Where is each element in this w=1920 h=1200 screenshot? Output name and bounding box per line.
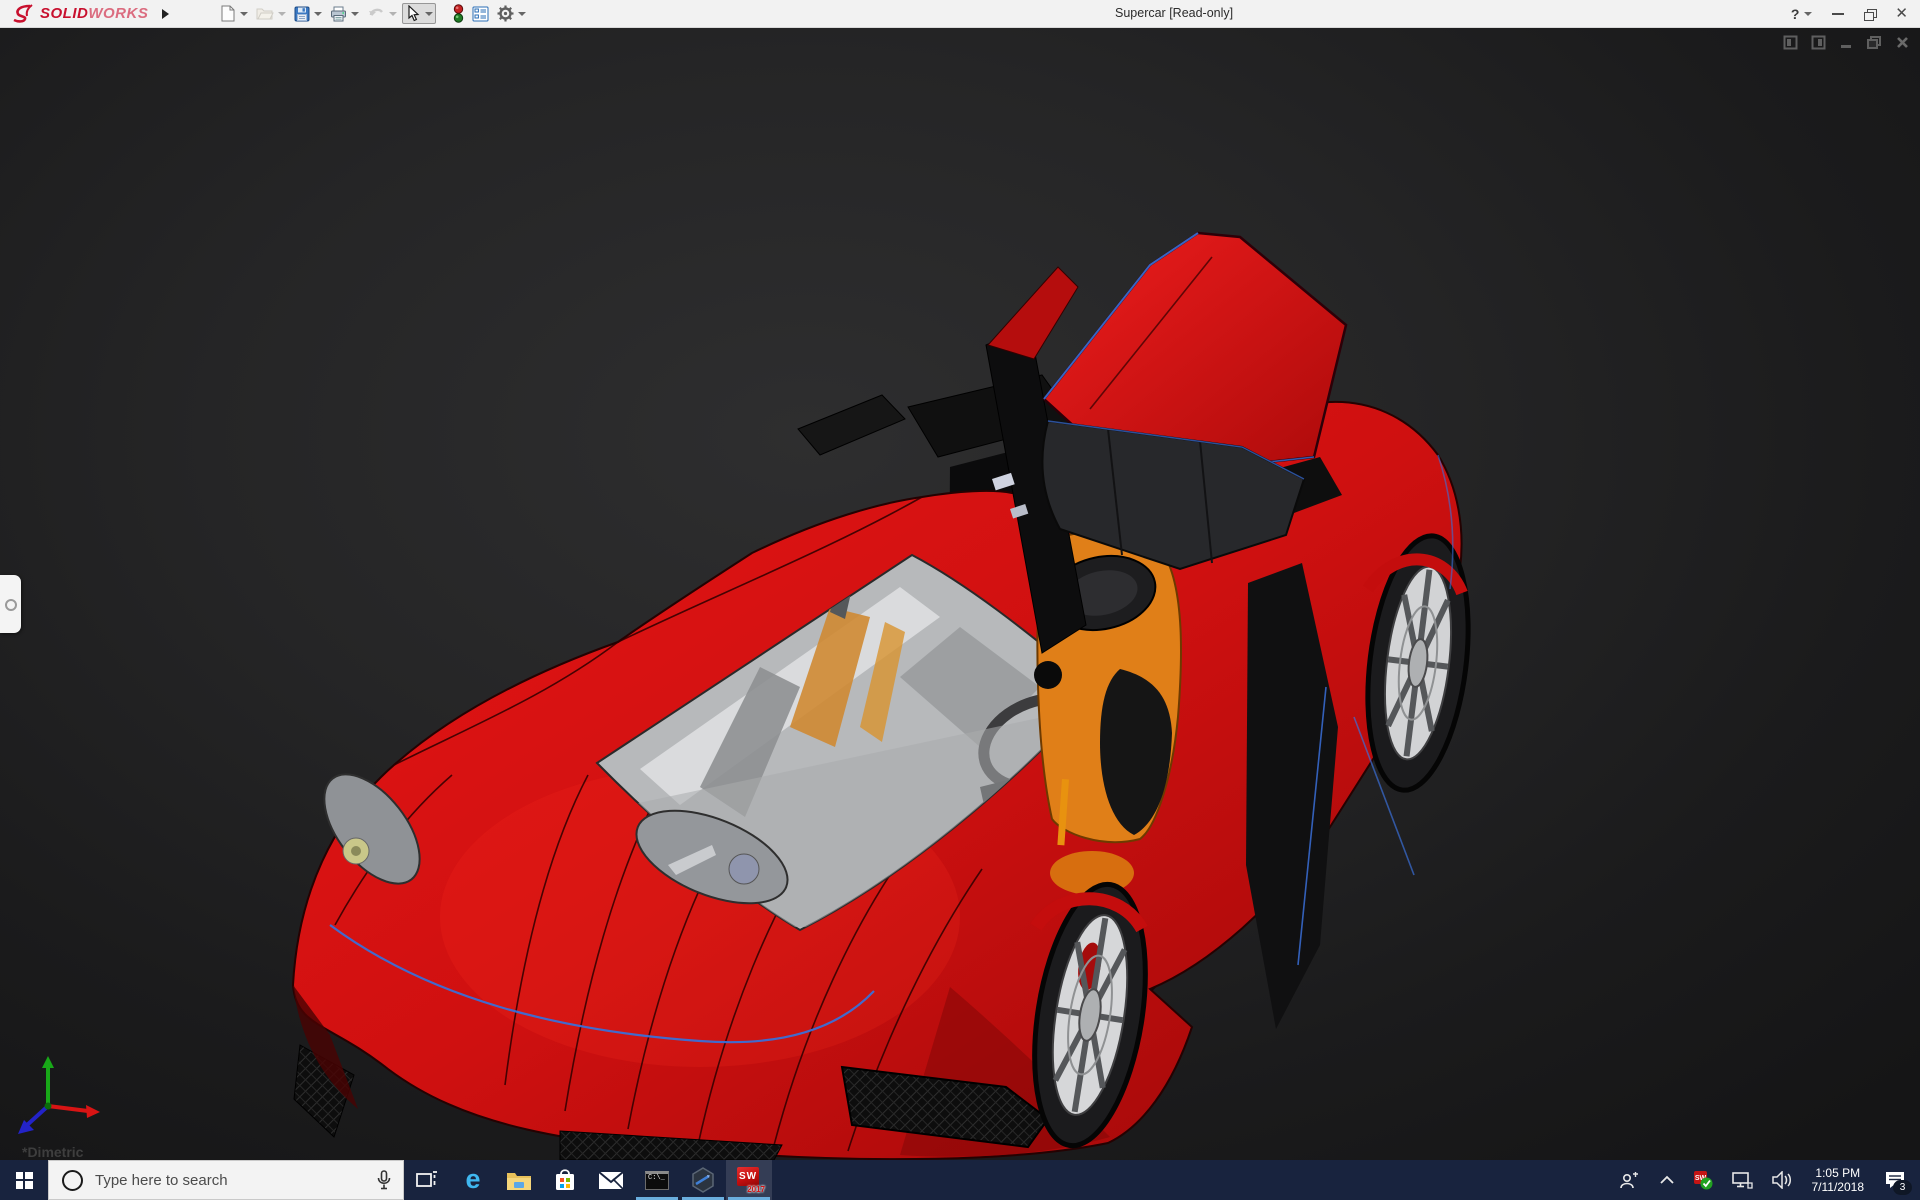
minimize-button[interactable] <box>1832 13 1844 15</box>
pin-icon <box>5 599 17 611</box>
document-window-controls <box>1783 35 1910 50</box>
car-model <box>0 27 1920 1160</box>
hexagon-app-icon <box>690 1167 716 1193</box>
clock[interactable]: 1:05 PM 7/11/2018 <box>1802 1166 1875 1194</box>
open-button[interactable] <box>253 4 289 23</box>
clock-date: 7/11/2018 <box>1812 1180 1865 1194</box>
cortana-icon <box>62 1170 83 1191</box>
print-button[interactable] <box>327 4 362 24</box>
options-dropdown[interactable] <box>518 12 526 16</box>
task-view-icon <box>416 1171 438 1189</box>
close-button[interactable]: ✕ <box>1895 6 1908 21</box>
tray-overflow-button[interactable] <box>1650 1160 1684 1200</box>
save-icon <box>294 6 310 22</box>
search-input[interactable]: Type here to search <box>48 1160 404 1200</box>
file-explorer-icon <box>506 1170 532 1191</box>
stoplight-button[interactable] <box>450 2 467 25</box>
chevron-up-icon <box>1659 1175 1675 1185</box>
split-window-icon[interactable] <box>1811 35 1826 50</box>
stoplight-icon <box>453 4 464 23</box>
solidworks-2017-icon: SW 2017 <box>736 1167 762 1193</box>
print-dropdown[interactable] <box>351 12 359 16</box>
graphics-viewport[interactable]: *Dimetric <box>0 27 1920 1160</box>
people-button[interactable] <box>1610 1160 1650 1200</box>
edge-button[interactable]: e <box>450 1160 496 1200</box>
hexagon-app-button[interactable] <box>680 1160 726 1200</box>
child-restore-icon[interactable] <box>1866 35 1882 50</box>
taskbar-apps: e <box>404 1160 772 1200</box>
network-button[interactable] <box>1722 1160 1762 1200</box>
speaker-icon <box>1771 1171 1793 1189</box>
task-view-button[interactable] <box>404 1160 450 1200</box>
open-folder-icon <box>256 6 274 21</box>
save-button[interactable] <box>291 4 325 24</box>
view-orientation-label: *Dimetric <box>22 1144 83 1160</box>
clock-time: 1:05 PM <box>1812 1166 1865 1180</box>
notification-badge: 3 <box>1893 1180 1912 1195</box>
restore-button[interactable] <box>1864 9 1875 19</box>
print-icon <box>330 6 347 22</box>
volume-button[interactable] <box>1762 1160 1802 1200</box>
open-dropdown[interactable] <box>278 12 286 16</box>
edge-icon: e <box>465 1166 480 1193</box>
solidworks-button[interactable]: SW 2017 <box>726 1160 772 1200</box>
new-document-icon <box>220 5 236 22</box>
help-button[interactable]: ? <box>1791 6 1813 22</box>
solidworks-logo: SOLIDWORKS <box>0 0 154 27</box>
new-document-dropdown[interactable] <box>240 12 248 16</box>
new-window-icon[interactable] <box>1783 35 1798 50</box>
network-icon <box>1731 1171 1753 1189</box>
start-button[interactable] <box>0 1160 48 1200</box>
panel-flyout-tab[interactable] <box>0 575 21 633</box>
taskbar: Type here to search e <box>0 1160 1920 1200</box>
undo-dropdown[interactable] <box>389 12 397 16</box>
feature-tree-button[interactable] <box>469 4 492 24</box>
store-button[interactable] <box>542 1160 588 1200</box>
gear-icon <box>497 5 514 22</box>
help-dropdown[interactable] <box>1804 12 1812 16</box>
microphone-icon[interactable] <box>377 1170 391 1190</box>
command-prompt-icon: C:\_ <box>645 1171 669 1190</box>
window-title: Supercar [Read-only] <box>1115 6 1233 20</box>
undo-button[interactable] <box>364 4 400 23</box>
ds-logo-icon <box>10 4 36 24</box>
system-tray: SW 1:0 <box>1610 1160 1920 1200</box>
select-arrow-icon <box>405 5 421 22</box>
window-controls: ? ✕ <box>1791 0 1908 27</box>
titlebar: SOLIDWORKS <box>0 0 1920 28</box>
mail-button[interactable] <box>588 1160 634 1200</box>
people-icon <box>1619 1171 1641 1189</box>
toolbar <box>217 2 529 25</box>
store-icon <box>553 1168 577 1192</box>
file-explorer-button[interactable] <box>496 1160 542 1200</box>
new-document-button[interactable] <box>217 3 251 24</box>
brand-text: SOLIDWORKS <box>40 5 148 22</box>
desktop: SOLIDWORKS <box>0 0 1920 1200</box>
child-close-icon[interactable] <box>1895 35 1910 50</box>
mail-icon <box>598 1171 624 1190</box>
solidworks-check-icon: SW <box>1693 1170 1713 1190</box>
orientation-triad-icon <box>14 1054 106 1138</box>
feature-tree-icon <box>472 6 489 22</box>
save-dropdown[interactable] <box>314 12 322 16</box>
solidworks-monitor-button[interactable]: SW <box>1684 1160 1722 1200</box>
search-placeholder: Type here to search <box>95 1172 377 1189</box>
menu-flyout-arrow[interactable] <box>162 9 169 19</box>
action-center-button[interactable]: 3 <box>1874 1160 1920 1200</box>
undo-icon <box>367 6 385 21</box>
child-minimize-icon[interactable] <box>1839 36 1853 50</box>
select-button[interactable] <box>402 3 436 24</box>
windows-logo-icon <box>16 1172 33 1189</box>
command-prompt-button[interactable]: C:\_ <box>634 1160 680 1200</box>
select-dropdown[interactable] <box>425 12 433 16</box>
options-button[interactable] <box>494 3 529 24</box>
